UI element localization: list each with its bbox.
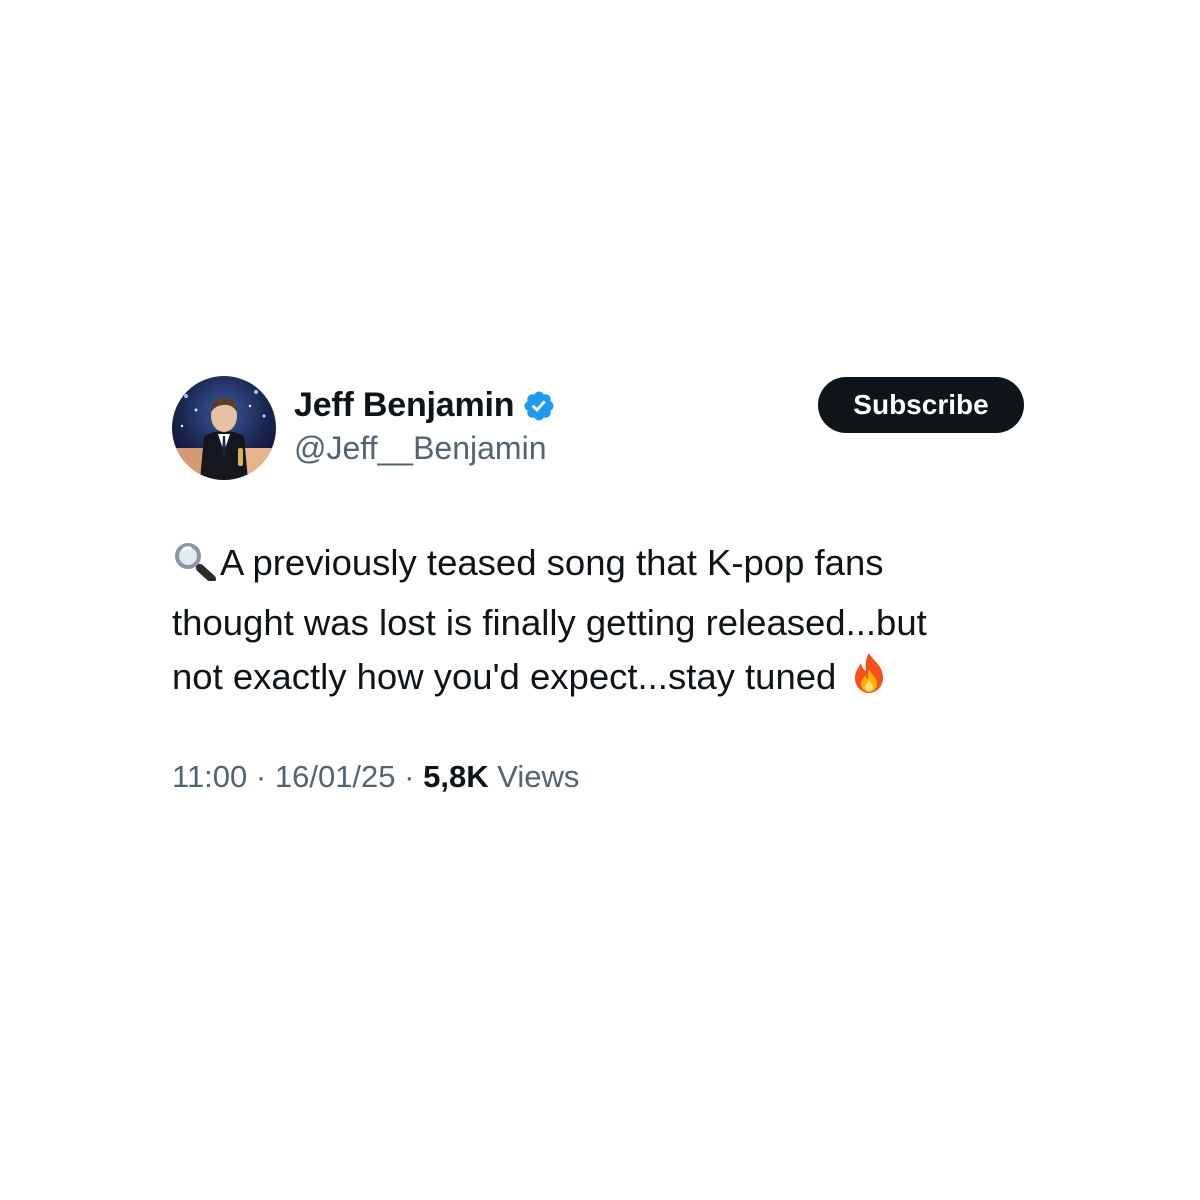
post-line-3-text: not exactly how you'd expect...stay tune… xyxy=(172,656,837,697)
post-line-1-text: A previously teased song that K-pop fans xyxy=(220,542,884,583)
post-time[interactable]: 11:00 xyxy=(172,759,247,794)
post-text: A previously teased song that K-pop fans… xyxy=(172,536,1024,710)
views-label: Views xyxy=(497,759,580,794)
magnifying-glass-icon xyxy=(172,541,220,596)
author-name-row: Jeff Benjamin xyxy=(294,386,556,425)
fire-icon xyxy=(847,651,891,710)
avatar[interactable] xyxy=(172,376,276,480)
author-handle[interactable]: @Jeff__Benjamin xyxy=(294,430,546,467)
post-date[interactable]: 16/01/25 xyxy=(275,759,396,794)
post-line: not exactly how you'd expect...stay tune… xyxy=(172,650,1024,710)
subscribe-button[interactable]: Subscribe xyxy=(818,377,1024,433)
post-line: A previously teased song that K-pop fans xyxy=(172,536,1024,596)
meta-separator: · xyxy=(404,759,415,794)
post-line-2-text: thought was lost is finally getting rele… xyxy=(172,602,927,643)
post-meta: 11:00 · 16/01/25 · 5,8K Views xyxy=(172,759,579,795)
meta-separator: · xyxy=(255,759,267,794)
views-count[interactable]: 5,8K xyxy=(423,759,488,794)
author-display-name[interactable]: Jeff Benjamin xyxy=(294,386,515,425)
post-line: thought was lost is finally getting rele… xyxy=(172,596,1024,650)
verified-badge-icon xyxy=(522,389,556,423)
